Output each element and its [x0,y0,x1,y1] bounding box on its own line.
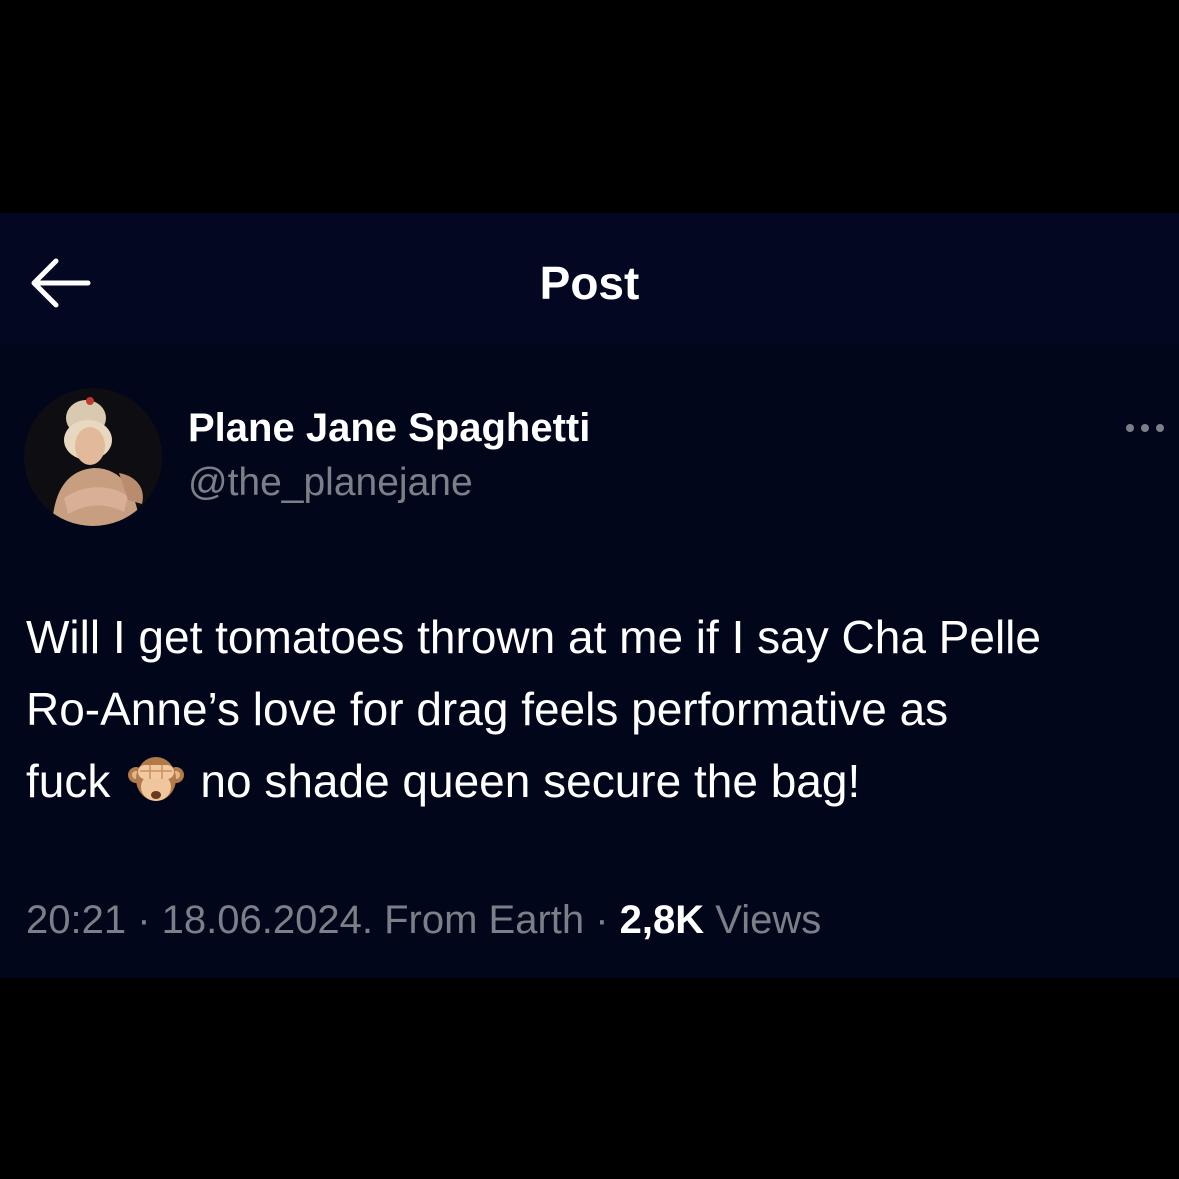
author-name[interactable]: Plane Jane Spaghetti [188,403,590,453]
post-text-line: Will I get tomatoes thrown at me if I sa… [26,611,1041,663]
separator: · [126,898,162,942]
views-label: Views [704,898,822,942]
post-date-source[interactable]: 18.06.2024. From Earth [162,898,584,942]
post-text-fragment: no shade queen secure the bag! [200,755,861,807]
post-screen: Post Plane Jane Spaghetti @the_planejane [0,213,1179,978]
more-horizontal-icon [1126,424,1164,432]
views-count[interactable]: 2,8K [620,898,705,942]
post-metadata: 20:21 · 18.06.2024. From Earth · 2,8K Vi… [26,893,821,947]
separator: · [584,898,620,942]
profile-photo [24,388,162,526]
top-bar: Post [0,213,1179,345]
see-no-evil-monkey-emoji [126,749,186,809]
avatar[interactable] [24,388,162,526]
post-time[interactable]: 20:21 [26,898,126,942]
page-title: Post [539,257,640,309]
more-options-button[interactable] [1120,413,1170,443]
post-text-line: fuck no shade queen secure the bag! [26,745,1176,817]
post-text: Will I get tomatoes thrown at me if I sa… [26,601,1176,817]
post-text-line: Ro-Anne’s love for drag feels performati… [26,683,949,735]
post-text-fragment: fuck [26,755,111,807]
author-handle[interactable]: @the_planejane [188,458,473,508]
screenshot-frame: Post Plane Jane Spaghetti @the_planejane [0,0,1179,1179]
